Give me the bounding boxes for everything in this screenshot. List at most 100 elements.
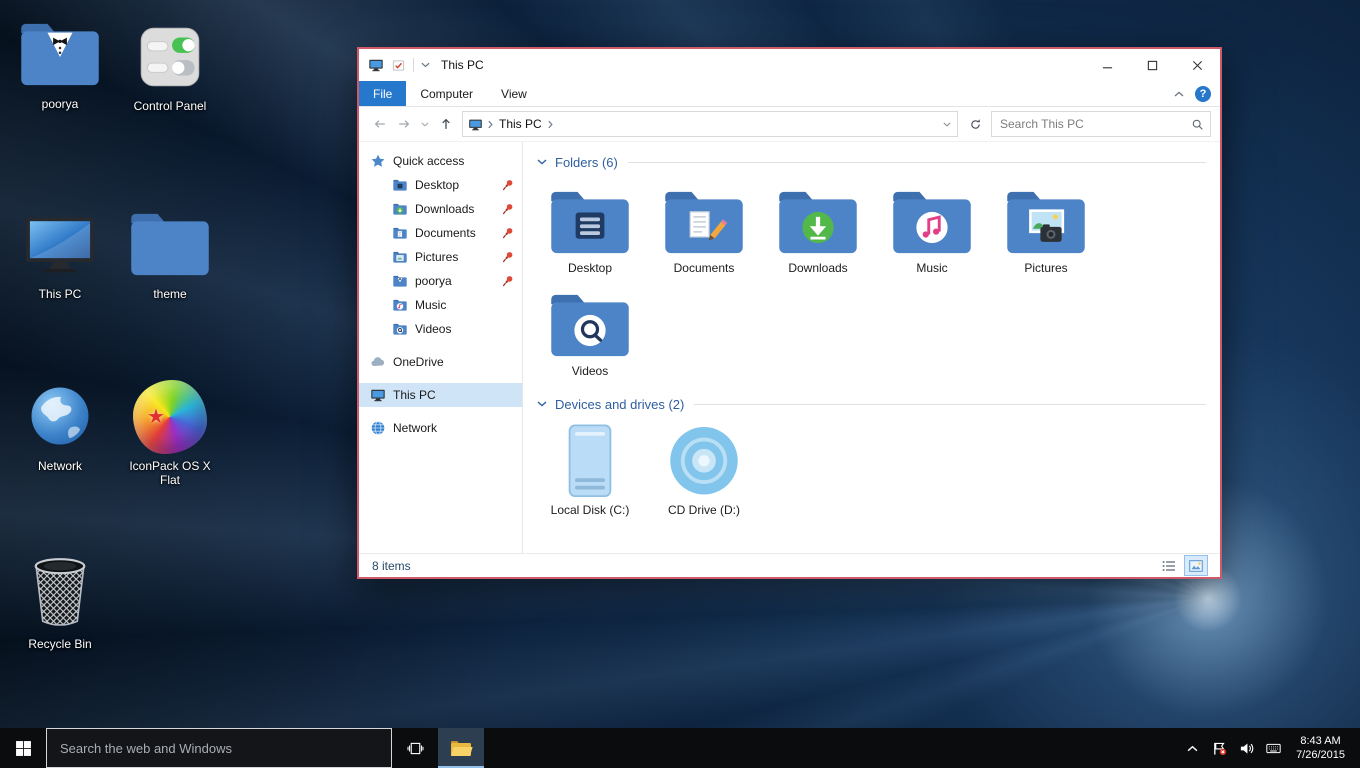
- sidebar-item-pictures[interactable]: Pictures: [359, 245, 522, 269]
- folder-tile-downloads[interactable]: Downloads: [765, 180, 871, 275]
- volume-icon[interactable]: [1233, 728, 1260, 768]
- group-title[interactable]: Devices and drives (2): [555, 397, 684, 412]
- pin-icon: [501, 226, 515, 240]
- pin-icon: [501, 178, 515, 192]
- folder-tile-label: Documents: [674, 261, 735, 275]
- group-collapse-chevron-icon[interactable]: [537, 159, 547, 165]
- folder-tile-desktop[interactable]: Desktop: [537, 180, 643, 275]
- back-button[interactable]: [368, 112, 392, 136]
- ribbon-collapse-chevron-icon[interactable]: [1174, 91, 1184, 97]
- start-button[interactable]: [0, 728, 46, 768]
- onedrive-cloud-icon: [370, 354, 386, 370]
- sidebar-item-music[interactable]: Music: [359, 293, 522, 317]
- explorer-search-box[interactable]: [991, 111, 1211, 137]
- sidebar-item-videos[interactable]: Videos: [359, 317, 522, 341]
- sidebar-item-quick-access[interactable]: Quick access: [359, 149, 522, 173]
- breadcrumb-chevron-icon[interactable]: [544, 120, 558, 129]
- desktop-icon-this-pc[interactable]: This PC: [8, 198, 112, 301]
- desktop-icon-poorya[interactable]: poorya: [8, 8, 112, 111]
- quick-access-checkmark-icon[interactable]: [391, 58, 406, 73]
- sidebar-item-poorya[interactable]: poorya: [359, 269, 522, 293]
- large-icons-view-button[interactable]: [1184, 555, 1208, 576]
- sidebar-item-label: Pictures: [415, 250, 458, 264]
- desktop-icon-network[interactable]: Network: [8, 370, 112, 473]
- close-button[interactable]: [1175, 49, 1220, 81]
- downloads-folder-icon: [773, 180, 863, 260]
- address-location-icon: [468, 117, 483, 132]
- item-count: 8 items: [372, 559, 411, 573]
- group-header-devices[interactable]: Devices and drives (2): [537, 392, 1206, 416]
- help-button[interactable]: ?: [1195, 86, 1211, 102]
- maximize-button[interactable]: [1130, 49, 1175, 81]
- up-button[interactable]: [434, 112, 458, 136]
- tab-file[interactable]: File: [359, 81, 406, 106]
- desktop-folder-icon: [545, 180, 635, 260]
- blue-folder-icon: [125, 198, 215, 282]
- computer-monitor-icon: [22, 198, 98, 282]
- address-bar[interactable]: This PC: [462, 111, 958, 137]
- task-view-button[interactable]: [392, 728, 438, 768]
- group-title[interactable]: Folders (6): [555, 155, 618, 170]
- taskbar-search-input[interactable]: [47, 740, 391, 757]
- group-header-folders[interactable]: Folders (6): [537, 150, 1206, 174]
- notification-flag-icon[interactable]: [1206, 728, 1233, 768]
- sidebar-item-label: Desktop: [415, 178, 459, 192]
- sidebar-item-onedrive[interactable]: OneDrive: [359, 350, 522, 374]
- sidebar-item-label: Videos: [415, 322, 451, 336]
- breadcrumb-chevron-icon[interactable]: [483, 120, 497, 129]
- content-pane[interactable]: Folders (6) Desktop Documents Downloads: [522, 142, 1220, 553]
- recent-locations-chevron-icon[interactable]: [416, 112, 434, 136]
- folder-tile-label: Videos: [572, 364, 608, 378]
- file-explorer-icon: [449, 736, 473, 760]
- touch-keyboard-icon[interactable]: [1260, 728, 1287, 768]
- titlebar[interactable]: This PC: [359, 49, 1220, 81]
- sidebar-item-network[interactable]: Network: [359, 416, 522, 440]
- refresh-button[interactable]: [963, 112, 987, 136]
- drive-tile-cd-drive[interactable]: CD Drive (D:): [651, 422, 757, 517]
- forward-button[interactable]: [392, 112, 416, 136]
- folder-tile-videos[interactable]: Videos: [537, 283, 643, 378]
- windows-logo-icon: [15, 740, 32, 757]
- videos-folder-icon: [545, 283, 635, 363]
- pin-icon: [501, 202, 515, 216]
- desktop-icon-label: theme: [153, 287, 186, 301]
- desktop-icon-label: IconPack OS X Flat: [118, 459, 222, 487]
- sidebar-item-documents[interactable]: Documents: [359, 221, 522, 245]
- taskbar-clock[interactable]: 8:43 AM 7/26/2015: [1287, 734, 1354, 762]
- quick-access-star-icon: [370, 153, 386, 169]
- desktop-icon-recycle-bin[interactable]: Recycle Bin: [8, 548, 112, 651]
- documents-folder-icon: [659, 180, 749, 260]
- status-bar: 8 items: [359, 553, 1220, 577]
- sidebar-item-label: This PC: [393, 388, 436, 402]
- hidden-icons-chevron-icon[interactable]: [1179, 728, 1206, 768]
- folder-tile-music[interactable]: Music: [879, 180, 985, 275]
- taskbar-search-box[interactable]: [46, 728, 392, 768]
- sidebar-item-this-pc[interactable]: This PC: [359, 383, 522, 407]
- desktop-icon-control-panel[interactable]: Control Panel: [118, 10, 222, 113]
- explorer-search-input[interactable]: [998, 116, 1191, 132]
- address-dropdown-chevron-icon[interactable]: [937, 113, 957, 135]
- details-view-button[interactable]: [1157, 555, 1181, 576]
- desktop-icon-label: Recycle Bin: [28, 637, 91, 651]
- sidebar-item-desktop[interactable]: Desktop: [359, 173, 522, 197]
- folder-tile-pictures[interactable]: Pictures: [993, 180, 1099, 275]
- window-title: This PC: [441, 58, 484, 72]
- rainbow-swirl-icon: ★: [133, 370, 207, 454]
- address-toolbar: This PC: [359, 107, 1220, 142]
- desktop-icon-theme[interactable]: theme: [118, 198, 222, 301]
- minimize-button[interactable]: [1085, 49, 1130, 81]
- file-explorer-taskbar-button[interactable]: [438, 728, 484, 768]
- sidebar-item-downloads[interactable]: Downloads: [359, 197, 522, 221]
- breadcrumb-location[interactable]: This PC: [497, 117, 544, 131]
- drive-tile-local-disk[interactable]: Local Disk (C:): [537, 422, 643, 517]
- search-icon[interactable]: [1191, 118, 1204, 131]
- group-collapse-chevron-icon[interactable]: [537, 401, 547, 407]
- tab-view[interactable]: View: [487, 81, 541, 106]
- qat-dropdown-chevron-icon[interactable]: [421, 62, 430, 68]
- sidebar-item-label: Music: [415, 298, 446, 312]
- tab-computer[interactable]: Computer: [406, 81, 487, 106]
- desktop-icon-iconpack[interactable]: ★ IconPack OS X Flat: [118, 370, 222, 487]
- group-divider: [628, 162, 1206, 163]
- music-folder-icon: [887, 180, 977, 260]
- folder-tile-documents[interactable]: Documents: [651, 180, 757, 275]
